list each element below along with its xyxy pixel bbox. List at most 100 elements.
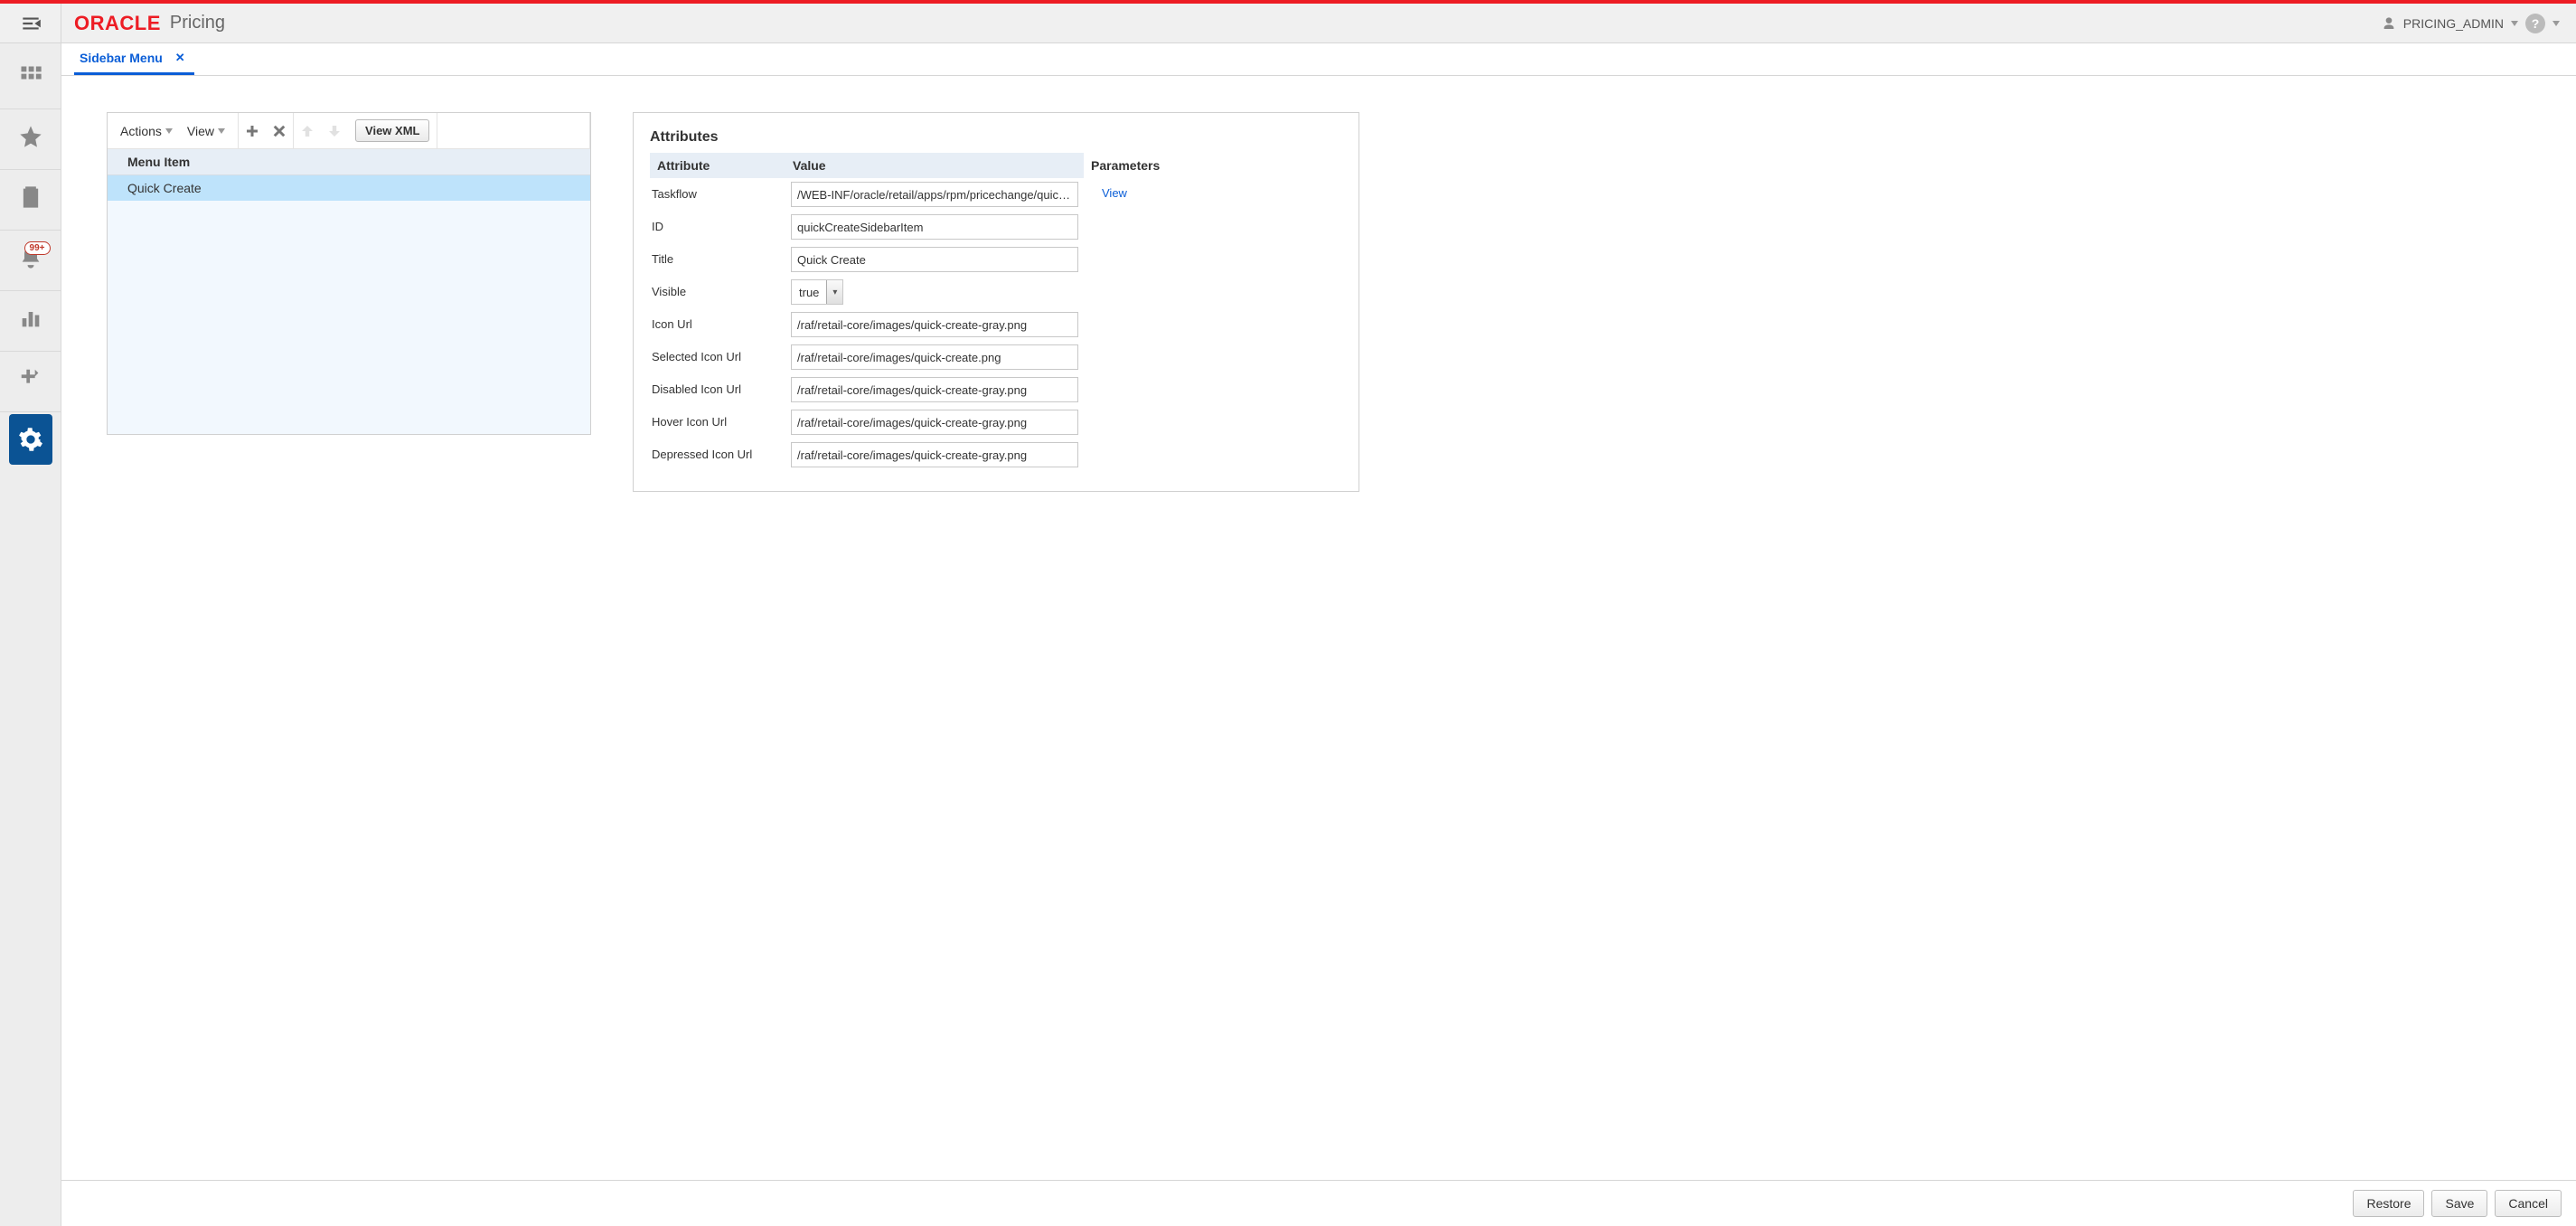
- actions-menu[interactable]: Actions: [113, 113, 180, 148]
- save-button[interactable]: Save: [2431, 1190, 2487, 1217]
- notification-badge: 99+: [24, 241, 51, 255]
- col-attribute: Attribute: [650, 153, 785, 178]
- rail-settings-button[interactable]: [9, 414, 52, 465]
- param-cell: [1084, 308, 1339, 341]
- attr-input[interactable]: [791, 247, 1078, 272]
- col-value: Value: [785, 153, 1084, 178]
- cancel-button[interactable]: Cancel: [2495, 1190, 2562, 1217]
- app-title: Pricing: [170, 13, 225, 33]
- rail-reports-button[interactable]: [9, 293, 52, 344]
- rail-divider: [0, 351, 61, 352]
- caret-down-icon: [2511, 21, 2518, 26]
- tab-label: Sidebar Menu: [80, 51, 163, 65]
- attr-input[interactable]: [791, 344, 1078, 370]
- param-cell: [1084, 439, 1339, 471]
- main-area: Sidebar Menu ✕ Actions: [61, 43, 2576, 1226]
- attr-value-cell: [785, 439, 1084, 471]
- move-down-button[interactable]: [321, 113, 348, 148]
- attr-value-cell: [785, 308, 1084, 341]
- app-header: ORACLE Pricing PRICING_ADMIN ?: [0, 4, 2576, 43]
- attr-value-cell: true▾: [785, 276, 1084, 308]
- attr-input[interactable]: [791, 214, 1078, 240]
- star-icon: [18, 124, 43, 149]
- move-up-button[interactable]: [294, 113, 321, 148]
- param-cell: [1084, 276, 1339, 308]
- nav-collapse-button[interactable]: [0, 4, 61, 43]
- attr-label: Icon Url: [650, 308, 785, 341]
- help-icon[interactable]: ?: [2525, 14, 2545, 33]
- param-cell: [1084, 211, 1339, 243]
- rail-apps-button[interactable]: [9, 51, 52, 101]
- delete-button[interactable]: [266, 113, 293, 148]
- arrow-up-icon: [299, 123, 315, 139]
- attributes-grid: Attribute Value Parameters TaskflowViewI…: [650, 153, 1339, 471]
- attr-input[interactable]: [791, 410, 1078, 435]
- view-menu[interactable]: View: [180, 113, 232, 148]
- brand: ORACLE Pricing: [61, 12, 225, 35]
- close-icon: [271, 123, 287, 139]
- gear-icon: [18, 427, 43, 452]
- username: PRICING_ADMIN: [2403, 16, 2504, 31]
- attr-input[interactable]: [791, 442, 1078, 467]
- footer: Restore Save Cancel: [61, 1180, 2576, 1226]
- panels: Actions View: [107, 112, 2549, 492]
- rail-favorites-button[interactable]: [9, 111, 52, 162]
- attr-input[interactable]: [791, 377, 1078, 402]
- arrow-down-icon: [326, 123, 343, 139]
- attr-input[interactable]: [791, 312, 1078, 337]
- app-root: ORACLE Pricing PRICING_ADMIN ?: [0, 0, 2576, 1226]
- menu-toolbar: Actions View: [108, 113, 590, 149]
- view-xml-button[interactable]: View XML: [355, 119, 429, 142]
- param-cell: [1084, 341, 1339, 373]
- add-button[interactable]: [239, 113, 266, 148]
- attr-value-cell: [785, 211, 1084, 243]
- param-cell: [1084, 406, 1339, 439]
- tab-sidebar-menu[interactable]: Sidebar Menu ✕: [74, 45, 194, 75]
- param-view-link[interactable]: View: [1102, 186, 1127, 200]
- clipboard-check-icon: [18, 184, 43, 210]
- restore-button[interactable]: Restore: [2353, 1190, 2424, 1217]
- caret-down-icon: [218, 128, 225, 134]
- actions-label: Actions: [120, 124, 162, 138]
- menu-panel: Actions View: [107, 112, 591, 435]
- attributes-panel: Attributes Attribute Value Parameters Ta…: [633, 112, 1359, 492]
- tab-bar: Sidebar Menu ✕: [61, 43, 2576, 76]
- attr-label: Depressed Icon Url: [650, 439, 785, 471]
- col-parameters: Parameters: [1084, 153, 1339, 178]
- attr-select[interactable]: true▾: [791, 279, 843, 305]
- menu-row[interactable]: Quick Create: [108, 175, 590, 201]
- grid-icon: [18, 63, 43, 89]
- user-icon: [2382, 16, 2396, 31]
- attr-label: Hover Icon Url: [650, 406, 785, 439]
- attr-input[interactable]: [791, 182, 1078, 207]
- menu-row-label: Quick Create: [127, 181, 202, 195]
- user-menu[interactable]: PRICING_ADMIN ?: [2382, 14, 2576, 33]
- attributes-title: Attributes: [650, 129, 1339, 146]
- caret-down-icon: [2552, 21, 2560, 26]
- param-cell: View: [1084, 178, 1339, 211]
- attr-select-value: true: [792, 286, 826, 299]
- left-rail: 99+: [0, 43, 61, 1226]
- bar-chart-icon: [18, 306, 43, 331]
- rail-tasks-button[interactable]: [9, 172, 52, 222]
- attr-label: Selected Icon Url: [650, 341, 785, 373]
- rail-divider: [0, 169, 61, 170]
- nav-collapse-icon: [19, 12, 42, 35]
- attr-label: Title: [650, 243, 785, 276]
- attr-value-cell: [785, 178, 1084, 211]
- brand-logo: ORACLE: [74, 12, 161, 35]
- rail-divider: [0, 290, 61, 291]
- menu-rows: Quick Create: [108, 175, 590, 434]
- menu-column-header: Menu Item: [108, 149, 590, 175]
- tab-close-icon[interactable]: ✕: [175, 51, 185, 65]
- rail-divider: [0, 411, 61, 412]
- view-label: View: [187, 124, 214, 138]
- attr-label: Disabled Icon Url: [650, 373, 785, 406]
- rail-quick-create-button[interactable]: [9, 354, 52, 404]
- attr-value-cell: [785, 406, 1084, 439]
- rail-notifications-button[interactable]: 99+: [9, 232, 52, 283]
- chevron-down-icon: ▾: [826, 280, 842, 304]
- param-cell: [1084, 243, 1339, 276]
- attr-value-cell: [785, 341, 1084, 373]
- rail-divider: [0, 230, 61, 231]
